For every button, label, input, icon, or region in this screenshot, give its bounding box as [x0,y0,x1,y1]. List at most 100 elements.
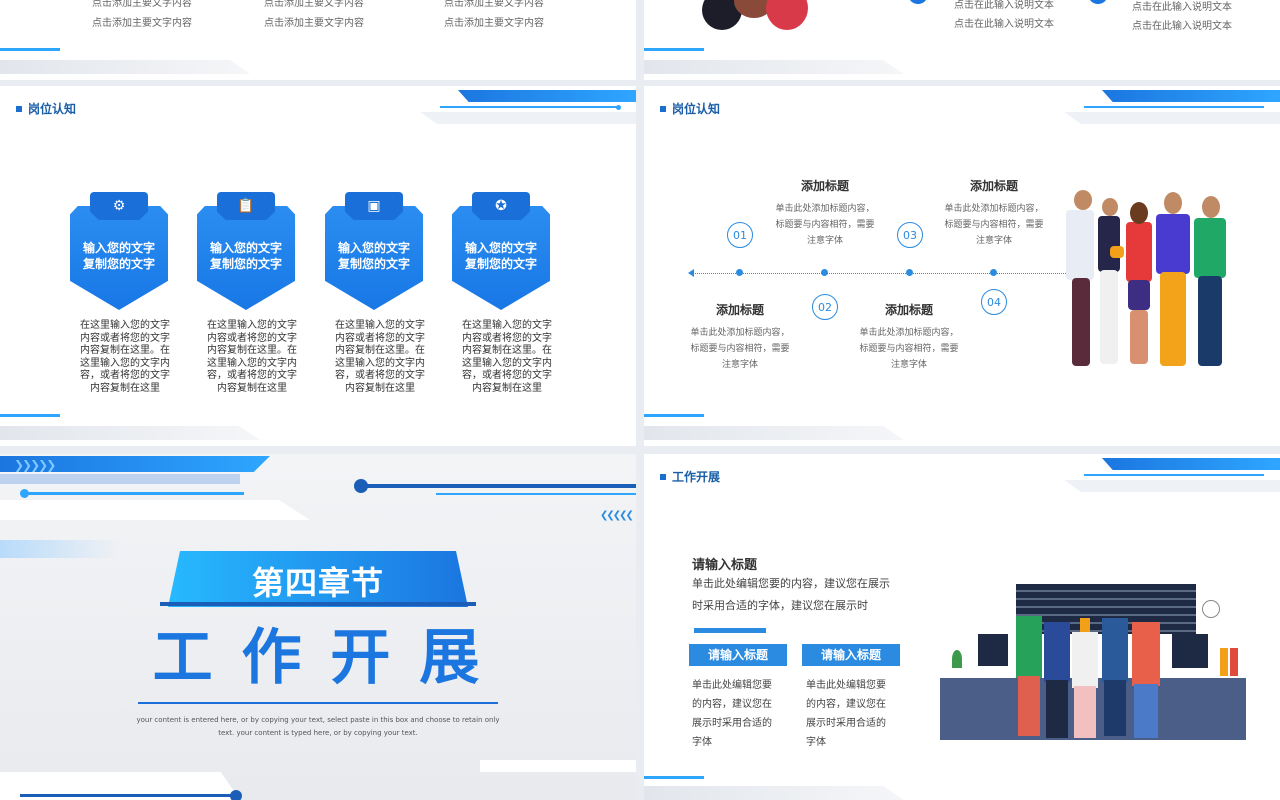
illustration-people [694,0,814,38]
title-underline [138,702,498,704]
step-description: 单击此处添加标题内容，标题要与内容相符，需要注意字体 [859,328,959,370]
section-title-text: 岗位认知 [28,102,77,116]
timeline-dot [906,269,913,276]
header-decoration [1064,480,1280,492]
card-label: 输入您的文字 复制您的文字 [82,241,155,271]
slide1-line: 点击添加主要文字内容 [92,0,192,9]
footer-decoration [0,60,250,74]
info-card[interactable]: ⚙ 输入您的文字 复制您的文字 [70,192,168,310]
footer-decoration [644,414,704,417]
gear-icon: ⚙ [90,192,148,220]
slide1-line: 点击添加主要文字内容 [444,18,544,29]
main-text: 时采用合适的字体，建议您在展示时 [692,599,868,612]
step-description: 单击此处添加标题内容，标题要与内容相符，需要注意字体 [944,204,1044,246]
chapter-label: 第四章节 [251,564,384,602]
illustration-office [940,578,1248,742]
chapter-title: 工 作 开 展 [152,623,484,693]
slide-6[interactable]: 工作开展 请输入标题 单击此处编辑您要的内容，建议您在展示 时采用合适的字体，建… [644,454,1280,800]
sub-card-description: 单击此处编辑您要的内容，建议您在展示时采用合适的字体 [806,680,886,748]
section-title: 岗位认知 [660,100,720,117]
browser-icon: ▣ [345,192,403,220]
header-decoration [420,112,636,124]
slide-3[interactable]: 岗位认知 ⚙ 输入您的文字 复制您的文字 在这里输入您的文字内容或者将您的文字内容… [0,86,636,446]
footer-decoration [644,776,704,779]
footer-decoration [0,414,60,417]
illustration-team [1064,186,1254,376]
timeline-dot [990,269,997,276]
slide1-line: 点击添加主要文字内容 [92,18,192,29]
header-decoration [0,474,240,484]
slide-4[interactable]: 岗位认知 01 02 03 04 添加标题 单击此处添加标题内容，标题要与内容相… [644,86,1280,446]
step-number: 03 [897,222,923,248]
step-title: 添加标题 [715,303,764,317]
sub-card-description: 单击此处编辑您要的内容，建议您在展示时采用合适的字体 [692,680,772,748]
info-card[interactable]: ✪ 输入您的文字 复制您的文字 [452,192,550,310]
bullet-square [660,473,666,480]
header-decoration [0,540,120,558]
header-decoration [24,492,244,495]
subtitle: your content is entered here, or by copy… [136,716,500,724]
footer-decoration [644,48,704,51]
slide-1[interactable]: 点击添加主要文字内容 点击添加主要文字内容 点击添加主要文字内容 点击添加主要文… [0,0,636,80]
dot-icon [1088,0,1108,4]
footer-decoration [0,426,260,440]
chevron-decoration: ❯❯❯❯❯ [14,458,56,472]
card-description: 在这里输入您的文字内容或者将您的文字内容复制在这里。在这里输入您的文字内容，或者… [335,320,425,394]
header-decoration [436,493,636,495]
step-number: 02 [812,294,838,320]
slide2-line: 点击在此输入说明文本 [954,0,1054,11]
slide2-line: 点击在此输入说明文本 [954,19,1054,30]
sub-card-title: 请输入标题 [802,644,900,666]
clipboard-icon: 📋 [217,192,275,220]
footer-decoration [644,786,904,800]
card-description: 在这里输入您的文字内容或者将您的文字内容复制在这里。在这里输入您的文字内容，或者… [80,320,170,394]
section-title-text: 岗位认知 [672,102,721,116]
dot-icon [908,0,928,4]
card-description: 在这里输入您的文字内容或者将您的文字内容复制在这里。在这里输入您的文字内容，或者… [462,320,552,394]
award-icon: ✪ [472,192,530,220]
slide-5[interactable]: ❯❯❯❯❯ ❮❮❮❮❮ 第四章节 工 作 开 展 your content is… [0,454,636,800]
footer-decoration [0,48,60,51]
step-number: 04 [981,289,1007,315]
timeline-dot [821,269,828,276]
header-decoration [458,90,636,102]
header-decoration [1102,458,1280,470]
header-decoration [362,484,636,488]
timeline-arrow [688,269,694,277]
slide2-line: 点击在此输入说明文本 [1132,2,1232,13]
info-card[interactable]: ▣ 输入您的文字 复制您的文字 [325,192,423,310]
accent-bar [694,628,766,633]
footer-decoration [644,426,904,440]
header-decoration [440,106,620,108]
card-label: 输入您的文字 复制您的文字 [464,241,537,271]
step-description: 单击此处添加标题内容，标题要与内容相符，需要注意字体 [690,328,790,370]
slide2-line: 点击在此输入说明文本 [1132,21,1232,32]
card-description: 在这里输入您的文字内容或者将您的文字内容复制在这里。在这里输入您的文字内容，或者… [207,320,297,394]
header-decoration [616,105,621,110]
timeline-dot [736,269,743,276]
chevron-decoration: ❮❮❮❮❮ [600,510,634,521]
slide1-line: 点击添加主要文字内容 [444,0,544,9]
section-title-text: 工作开展 [672,470,721,484]
subtitle: text. your content is typed here, or by … [218,729,418,737]
step-title: 添加标题 [969,179,1018,193]
section-title: 岗位认知 [16,100,76,117]
header-decoration [1102,90,1280,102]
header-decoration [20,489,29,498]
step-description: 单击此处添加标题内容，标题要与内容相符，需要注意字体 [775,204,875,246]
main-heading: 请输入标题 [692,558,758,573]
header-decoration [1084,474,1264,476]
timeline-line [690,273,1070,274]
main-text: 单击此处编辑您要的内容，建议您在展示 [692,577,890,590]
bullet-square [16,105,22,112]
slide-2[interactable]: 点击在此输入说明文本 点击在此输入说明文本 点击在此输入说明文本 点击在此输入说… [644,0,1280,80]
step-title: 添加标题 [800,179,849,193]
slide1-line: 点击添加主要文字内容 [264,0,364,9]
section-title: 工作开展 [660,468,720,485]
footer-decoration [20,794,236,797]
header-decoration [1084,106,1264,108]
card-label: 输入您的文字 复制您的文字 [337,241,410,271]
step-number: 01 [727,222,753,248]
sub-card-title: 请输入标题 [689,644,787,666]
info-card[interactable]: 📋 输入您的文字 复制您的文字 [197,192,295,310]
